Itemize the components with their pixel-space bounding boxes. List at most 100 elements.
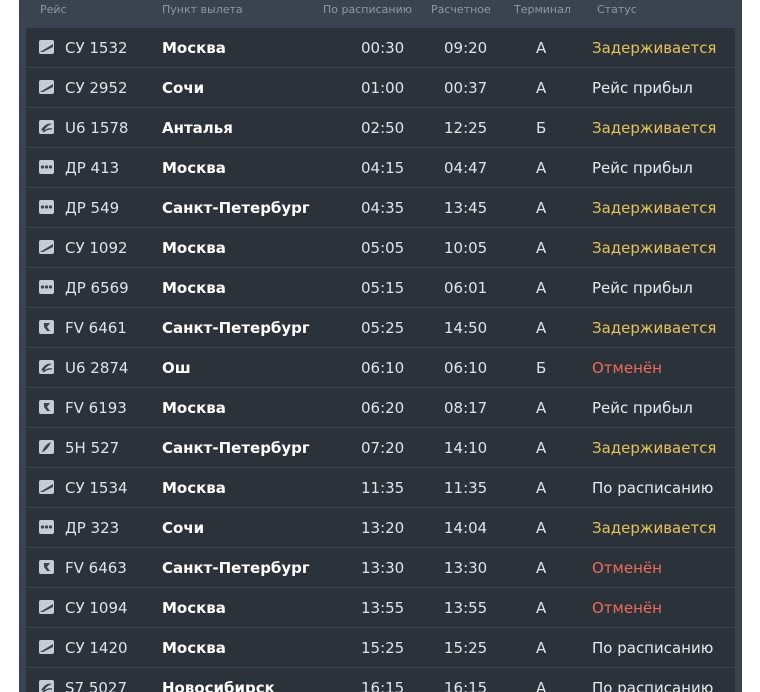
table-row[interactable]: СУ 1420 Москва 15:25 15:25 A По расписанию	[26, 628, 735, 668]
estimated-time: 14:50	[444, 319, 488, 337]
terminal: A	[536, 159, 547, 177]
airline-logo-plane-icon	[39, 80, 54, 94]
flight-status: Задерживается	[592, 519, 717, 537]
estimated-time: 15:25	[444, 639, 488, 657]
origin-city: Ош	[162, 359, 191, 377]
terminal: A	[536, 199, 547, 217]
terminal: A	[536, 599, 547, 617]
airline-logo-dots-icon	[39, 200, 54, 214]
header-estimated: Расчетное	[431, 3, 491, 16]
terminal: A	[536, 39, 547, 57]
table-row[interactable]: ДР 6569 Москва 05:15 06:01 A Рейс прибыл	[26, 268, 735, 308]
table-header: Рейс Пункт вылета По расписанию Расчетно…	[19, 0, 742, 22]
header-scheduled: По расписанию	[323, 3, 412, 16]
scheduled-time: 05:25	[361, 319, 405, 337]
scheduled-time: 07:20	[361, 439, 405, 457]
scheduled-time: 13:30	[361, 559, 405, 577]
flight-number: ДР 323	[65, 519, 120, 537]
flight-number: ДР 6569	[65, 279, 129, 297]
flight-number: СУ 1420	[65, 639, 128, 657]
origin-city: Москва	[162, 639, 226, 657]
estimated-time: 14:10	[444, 439, 488, 457]
airline-logo-swirl-icon	[39, 120, 54, 134]
scheduled-time: 11:35	[361, 479, 405, 497]
table-row[interactable]: U6 2874 Ош 06:10 06:10 Б Отменён	[26, 348, 735, 388]
flight-number: СУ 1534	[65, 479, 128, 497]
origin-city: Москва	[162, 399, 226, 417]
table-row[interactable]: FV 6193 Москва 06:20 08:17 A Рейс прибыл	[26, 388, 735, 428]
airline-logo-dots-icon	[39, 520, 54, 534]
scheduled-time: 06:10	[361, 359, 405, 377]
table-row[interactable]: S7 5027 Новосибирск 16:15 16:15 A По расписан…	[26, 668, 735, 692]
airline-logo-plane-icon	[39, 600, 54, 614]
origin-city: Санкт-Петербург	[162, 319, 310, 337]
scheduled-time: 01:00	[361, 79, 405, 97]
header-terminal: Терминал	[514, 3, 571, 16]
origin-city: Санкт-Петербург	[162, 199, 310, 217]
scheduled-time: 04:15	[361, 159, 405, 177]
arrivals-board: Рейс Пункт вылета По расписанию Расчетно…	[19, 0, 742, 692]
scheduled-time: 16:15	[361, 679, 405, 692]
table-row[interactable]: СУ 2952 Сочи 01:00 00:37 A Рейс прибыл	[26, 68, 735, 108]
flight-status: По расписанию	[592, 479, 714, 497]
table-row[interactable]: СУ 1092 Москва 05:05 10:05 A Задерживается	[26, 228, 735, 268]
terminal: A	[536, 639, 547, 657]
flight-status: Задерживается	[592, 319, 717, 337]
table-row[interactable]: СУ 1534 Москва 11:35 11:35 A По расписанию	[26, 468, 735, 508]
origin-city: Санкт-Петербург	[162, 439, 310, 457]
scheduled-time: 06:20	[361, 399, 405, 417]
table-row[interactable]: ДР 549 Санкт-Петербург 04:35 13:45 A Задержив…	[26, 188, 735, 228]
terminal: A	[536, 79, 547, 97]
estimated-time: 06:01	[444, 279, 488, 297]
estimated-time: 11:35	[444, 479, 488, 497]
flight-status: Отменён	[592, 599, 662, 617]
header-origin: Пункт вылета	[162, 3, 243, 16]
airline-logo-plane-icon	[39, 40, 54, 54]
table-row[interactable]: СУ 1532 Москва 00:30 09:20 A Задерживается	[26, 28, 735, 68]
flight-number: FV 6463	[65, 559, 127, 577]
airline-logo-plane-icon	[39, 480, 54, 494]
flight-status: Рейс прибыл	[592, 79, 693, 97]
airline-logo-chevron-icon	[39, 320, 54, 334]
scheduled-time: 05:05	[361, 239, 405, 257]
flight-status: Отменён	[592, 559, 662, 577]
flight-number: СУ 1532	[65, 39, 128, 57]
estimated-time: 08:17	[444, 399, 488, 417]
flight-status: Задерживается	[592, 39, 717, 57]
terminal: A	[536, 319, 547, 337]
header-status: Статус	[597, 3, 637, 16]
airline-logo-chevron-icon	[39, 560, 54, 574]
origin-city: Москва	[162, 599, 226, 617]
table-row[interactable]: СУ 1094 Москва 13:55 13:55 A Отменён	[26, 588, 735, 628]
origin-city: Москва	[162, 239, 226, 257]
scheduled-time: 13:20	[361, 519, 405, 537]
table-row[interactable]: U6 1578 Анталья 02:50 12:25 Б Задерживается	[26, 108, 735, 148]
flight-status: Рейс прибыл	[592, 399, 693, 417]
flight-number: СУ 1094	[65, 599, 128, 617]
terminal: A	[536, 279, 547, 297]
estimated-time: 04:47	[444, 159, 488, 177]
origin-city: Анталья	[162, 119, 233, 137]
estimated-time: 00:37	[444, 79, 488, 97]
terminal: Б	[536, 359, 547, 377]
table-row[interactable]: ДР 323 Сочи 13:20 14:04 A Задерживается	[26, 508, 735, 548]
airline-logo-swirl-icon	[39, 360, 54, 374]
flight-status: По расписанию	[592, 639, 714, 657]
scheduled-time: 15:25	[361, 639, 405, 657]
table-row[interactable]: FV 6461 Санкт-Петербург 05:25 14:50 A Задержи…	[26, 308, 735, 348]
terminal: A	[536, 519, 547, 537]
flight-status: Рейс прибыл	[592, 279, 693, 297]
origin-city: Москва	[162, 159, 226, 177]
flight-number: СУ 1092	[65, 239, 128, 257]
scheduled-time: 13:55	[361, 599, 405, 617]
flight-number: FV 6193	[65, 399, 127, 417]
flights-list: СУ 1532 Москва 00:30 09:20 A Задерживается СУ …	[26, 28, 735, 692]
table-row[interactable]: 5Н 527 Санкт-Петербург 07:20 14:10 A Задержив…	[26, 428, 735, 468]
table-row[interactable]: ДР 413 Москва 04:15 04:47 A Рейс прибыл	[26, 148, 735, 188]
origin-city: Москва	[162, 39, 226, 57]
flight-status: Задерживается	[592, 199, 717, 217]
scheduled-time: 05:15	[361, 279, 405, 297]
terminal: A	[536, 679, 547, 692]
table-row[interactable]: FV 6463 Санкт-Петербург 13:30 13:30 A Отменён	[26, 548, 735, 588]
terminal: A	[536, 479, 547, 497]
